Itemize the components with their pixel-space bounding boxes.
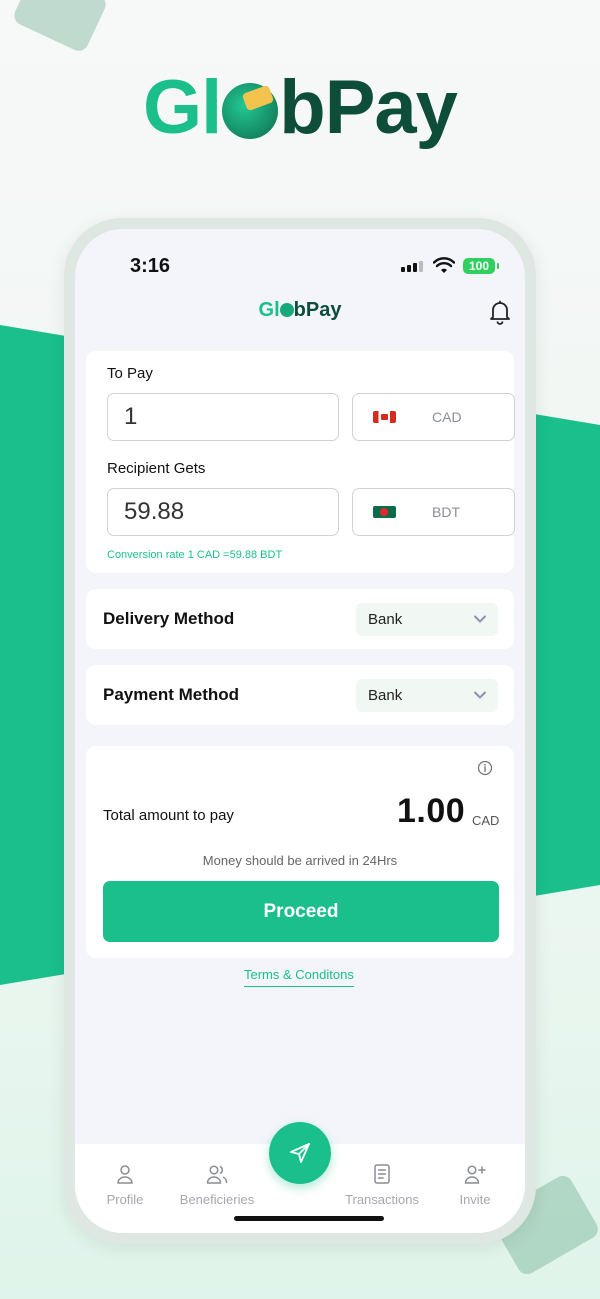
status-bar: 3:16 100 — [75, 255, 525, 279]
phone-frame: 3:16 100 Gl bPay To Pay 1 CAD Recipient … — [64, 218, 536, 1244]
chevron-down-icon — [474, 691, 486, 699]
payment-method-dropdown[interactable]: Bank — [356, 679, 498, 712]
document-icon — [374, 1164, 390, 1184]
exchange-card: To Pay 1 CAD Recipient Gets 59.88 BDT Co… — [86, 351, 515, 573]
info-icon[interactable] — [477, 760, 493, 776]
recipient-currency-selector[interactable]: BDT — [352, 488, 515, 536]
app-header-logo: Gl bPay — [258, 299, 342, 321]
total-amount: 1.00 — [397, 792, 466, 830]
add-person-icon — [464, 1165, 486, 1184]
delivery-method-dropdown[interactable]: Bank — [356, 603, 498, 636]
globe-icon — [279, 303, 294, 317]
nav-label: Beneficieries — [179, 1192, 255, 1207]
app-screen: 3:16 100 Gl bPay To Pay 1 CAD Recipient … — [75, 229, 525, 1233]
recipient-currency: BDT — [432, 504, 460, 520]
total-label: Total amount to pay — [103, 807, 234, 824]
delivery-method-value: Bank — [368, 611, 403, 628]
nav-label: Invite — [459, 1192, 491, 1207]
payment-method-label: Payment Method — [103, 685, 240, 704]
nav-item-transactions[interactable]: Transactions — [337, 1164, 427, 1207]
delivery-method-label: Delivery Method — [103, 609, 235, 628]
bangladesh-flag-icon — [373, 506, 396, 518]
status-time: 3:16 — [130, 255, 171, 277]
terms-link[interactable]: Terms & Conditons — [244, 967, 354, 987]
people-icon — [206, 1165, 228, 1184]
wifi-icon — [433, 257, 455, 273]
nav-item-profile[interactable]: Profile — [80, 1164, 170, 1207]
to-pay-currency-selector[interactable]: CAD — [352, 393, 515, 441]
globpay-logo: Gl bPay — [143, 65, 458, 150]
chevron-down-icon — [474, 615, 486, 623]
payment-method-card: Payment Method Bank — [86, 665, 514, 725]
to-pay-amount-input[interactable]: 1 — [107, 393, 339, 441]
person-icon — [117, 1165, 133, 1184]
nav-label: Profile — [106, 1192, 144, 1207]
canada-flag-icon — [373, 411, 396, 423]
send-money-button[interactable] — [269, 1122, 331, 1184]
globe-icon — [222, 83, 279, 139]
total-currency: CAD — [472, 813, 500, 828]
decorative-card-top — [11, 0, 109, 55]
bell-icon[interactable] — [487, 299, 513, 325]
proceed-button[interactable]: Proceed — [103, 881, 499, 942]
total-card: Total amount to pay 1.00 CAD Money shoul… — [86, 746, 514, 958]
battery-indicator: 100 — [463, 258, 499, 274]
to-pay-currency: CAD — [432, 409, 462, 425]
send-icon — [290, 1143, 310, 1163]
recipient-amount-input[interactable]: 59.88 — [107, 488, 339, 536]
recipient-gets-label: Recipient Gets — [107, 460, 206, 477]
nav-item-beneficiaries[interactable]: Beneficieries — [172, 1164, 262, 1207]
delivery-method-card: Delivery Method Bank — [86, 589, 514, 649]
nav-item-invite[interactable]: Invite — [430, 1164, 520, 1207]
to-pay-label: To Pay — [107, 365, 153, 382]
delivery-time-note: Money should be arrived in 24Hrs — [202, 853, 398, 868]
signal-icon — [401, 261, 423, 272]
payment-method-value: Bank — [368, 687, 403, 704]
nav-label: Transactions — [345, 1192, 419, 1207]
home-indicator[interactable] — [234, 1216, 384, 1221]
conversion-rate: Conversion rate 1 CAD =59.88 BDT — [107, 549, 283, 561]
